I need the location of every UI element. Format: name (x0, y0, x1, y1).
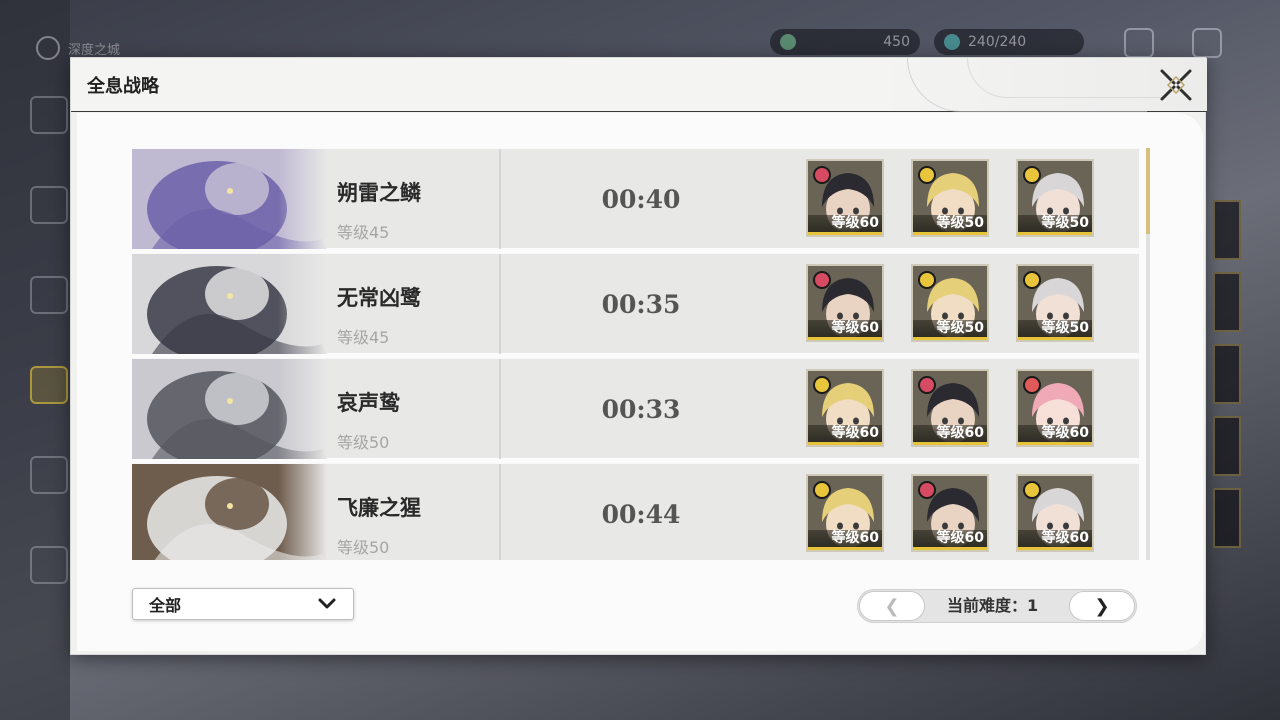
pink-hair-character-card[interactable]: 等级60 (1016, 369, 1094, 447)
stamina-icon (944, 34, 960, 50)
boss-art (132, 149, 327, 249)
element-icon (813, 166, 831, 184)
location-icon (36, 36, 60, 60)
silver-hair-character-card[interactable]: 等级50 (1016, 264, 1094, 342)
background-menu-icon (30, 276, 68, 314)
difficulty-pager: ❮ 当前难度：1 ❯ (857, 589, 1137, 623)
current-difficulty-label: 当前难度：1 (947, 596, 1039, 615)
boss-portrait (132, 254, 327, 354)
background-menu-icon (30, 366, 68, 404)
boss-portrait (132, 359, 327, 459)
boss-art (132, 359, 327, 459)
boss-art (132, 464, 327, 560)
boss-level: 等级45 (337, 223, 390, 242)
boss-list[interactable]: 朔雷之鳞 等级45 00:40 等级60 等级50 等级50 无常凶鹭 等级45… (132, 148, 1139, 560)
character-level: 等级60 (1018, 425, 1092, 445)
background-menu-icon (30, 96, 68, 134)
prev-difficulty-button[interactable]: ❮ (859, 591, 925, 621)
clear-time: 00:35 (601, 289, 681, 319)
background-resource-bar: 450 240/240 (770, 28, 1084, 56)
close-icon (1160, 69, 1192, 101)
character-level: 等级60 (1018, 530, 1092, 550)
background-card (1213, 416, 1241, 476)
element-icon (813, 271, 831, 289)
boss-row[interactable]: 无常凶鹭 等级45 00:35 等级60 等级50 等级50 (132, 253, 1139, 354)
background-cards (1205, 200, 1280, 640)
element-icon (918, 271, 936, 289)
element-icon (813, 376, 831, 394)
dialog-header: 全息战略 (71, 58, 1207, 112)
background-card (1213, 272, 1241, 332)
boss-row[interactable]: 飞廉之猩 等级50 00:44 等级60 等级60 等级60 (132, 463, 1139, 560)
element-icon (918, 481, 936, 499)
element-icon (918, 376, 936, 394)
character-level: 等级60 (808, 320, 882, 340)
blonde-character-card[interactable]: 等级50 (911, 264, 989, 342)
element-icon (1023, 376, 1041, 394)
boss-level: 等级50 (337, 433, 390, 452)
background-close-icon (1192, 28, 1222, 58)
boss-name: 无常凶鹭 (337, 286, 421, 310)
element-icon (1023, 166, 1041, 184)
dark-hair-character-card[interactable]: 等级60 (911, 369, 989, 447)
character-level: 等级50 (913, 320, 987, 340)
character-level: 等级60 (913, 425, 987, 445)
header-decoration (967, 58, 1167, 98)
scrollbar[interactable] (1146, 148, 1150, 560)
clear-time: 00:33 (601, 394, 681, 424)
stamina-pill: 240/240 (934, 29, 1084, 55)
dark-hair-character-card[interactable]: 等级60 (911, 474, 989, 552)
currency-pill: 450 (770, 29, 920, 55)
boss-level: 等级45 (337, 328, 390, 347)
next-difficulty-button[interactable]: ❯ (1069, 591, 1135, 621)
background-settings-icon (1124, 28, 1154, 58)
boss-name: 飞廉之猩 (337, 496, 421, 520)
element-icon (918, 166, 936, 184)
background-card (1213, 344, 1241, 404)
character-level: 等级50 (913, 215, 987, 235)
chevron-down-icon (318, 598, 336, 609)
boss-portrait (132, 149, 327, 249)
element-icon (1023, 481, 1041, 499)
holographic-strategy-dialog: 全息战略 朔雷之鳞 等级45 00:40 等级60 等级50 等级50 无常凶鹭… (70, 57, 1207, 655)
character-level: 等级60 (808, 215, 882, 235)
boss-row[interactable]: 朔雷之鳞 等级45 00:40 等级60 等级50 等级50 (132, 148, 1139, 249)
location-label: 深度之城 (68, 42, 121, 58)
character-level: 等级50 (1018, 320, 1092, 340)
blonde-character-card[interactable]: 等级50 (911, 159, 989, 237)
background-card (1213, 488, 1241, 548)
background-menu-icon (30, 546, 68, 584)
character-level: 等级60 (808, 530, 882, 550)
clear-time: 00:40 (601, 184, 681, 214)
stamina-value: 240/240 (968, 34, 1027, 50)
background-card (1213, 200, 1241, 260)
blonde-character-card[interactable]: 等级60 (806, 474, 884, 552)
dark-hair-character-card[interactable]: 等级60 (806, 159, 884, 237)
boss-portrait (132, 464, 327, 560)
boss-name: 朔雷之鳞 (337, 181, 421, 205)
element-icon (813, 481, 831, 499)
silver-hair-character-card[interactable]: 等级50 (1016, 159, 1094, 237)
boss-art (132, 254, 327, 354)
filter-selected-value: 全部 (149, 596, 182, 615)
character-level: 等级60 (913, 530, 987, 550)
currency-value: 450 (883, 34, 910, 50)
blonde-character-card[interactable]: 等级60 (806, 369, 884, 447)
dialog-title: 全息战略 (87, 76, 159, 97)
character-level: 等级60 (808, 425, 882, 445)
currency-icon (780, 34, 796, 50)
background-menu-icon (30, 456, 68, 494)
scrollbar-thumb[interactable] (1146, 148, 1150, 234)
dark-hair-character-card[interactable]: 等级60 (806, 264, 884, 342)
element-icon (1023, 271, 1041, 289)
boss-name: 哀声鸷 (337, 391, 400, 415)
filter-dropdown[interactable]: 全部 (132, 588, 354, 620)
boss-row[interactable]: 哀声鸷 等级50 00:33 等级60 等级60 等级60 (132, 358, 1139, 459)
clear-time: 00:44 (601, 499, 681, 529)
boss-level: 等级50 (337, 538, 390, 557)
character-level: 等级50 (1018, 215, 1092, 235)
silver-hair-character-card[interactable]: 等级60 (1016, 474, 1094, 552)
background-menu-icon (30, 186, 68, 224)
close-button[interactable] (1159, 68, 1193, 102)
